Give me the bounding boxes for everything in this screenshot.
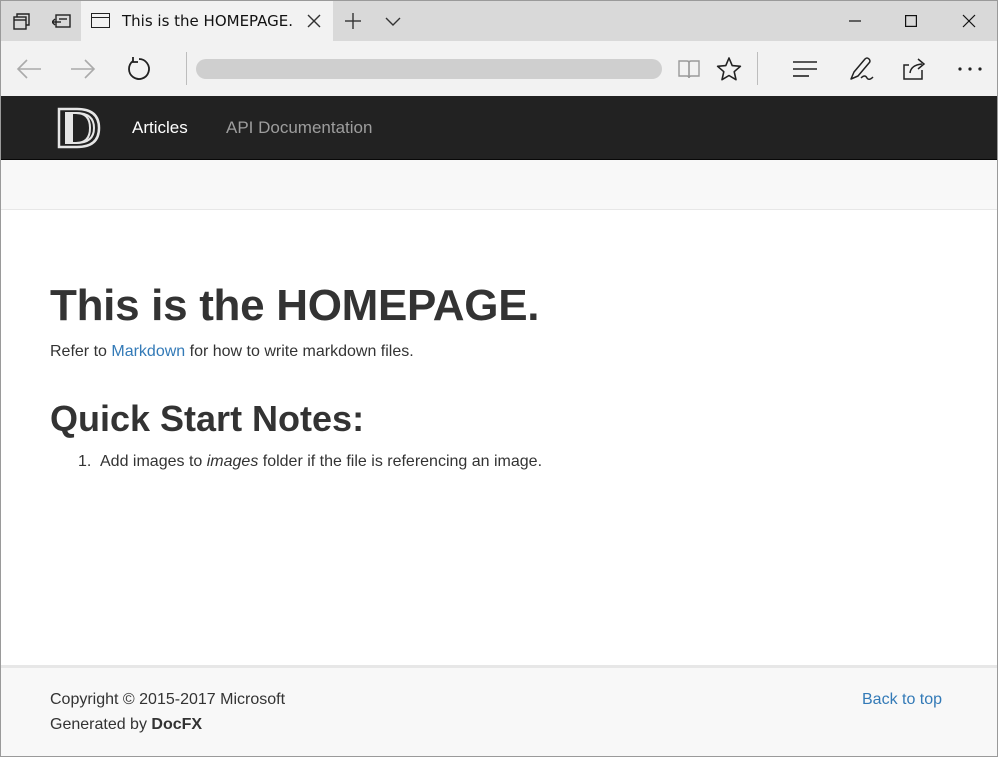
refresh-icon[interactable] bbox=[119, 49, 159, 89]
list-item-emphasis: images bbox=[206, 453, 259, 470]
list-item-suffix: folder if the file is referencing an ima… bbox=[258, 453, 543, 470]
list-item-prefix: Add images to bbox=[100, 453, 207, 470]
maximize-icon[interactable] bbox=[883, 1, 939, 41]
share-icon[interactable] bbox=[895, 49, 935, 89]
chevron-down-icon[interactable] bbox=[378, 1, 408, 41]
title-bar: This is the HOMEPAGE. bbox=[1, 1, 997, 41]
set-aside-tabs-icon[interactable] bbox=[47, 1, 77, 41]
page-icon bbox=[91, 13, 110, 28]
tab-active[interactable]: This is the HOMEPAGE. bbox=[81, 1, 333, 41]
refer-paragraph: Refer to Markdown for how to write markd… bbox=[50, 343, 414, 361]
more-icon[interactable] bbox=[950, 49, 990, 89]
book-icon[interactable] bbox=[669, 49, 709, 89]
generated-prefix: Generated by bbox=[50, 716, 152, 733]
quick-start-heading: Quick Start Notes: bbox=[50, 398, 365, 439]
page-title-suffix: . bbox=[527, 281, 540, 330]
close-icon[interactable] bbox=[303, 10, 325, 32]
close-icon[interactable] bbox=[941, 1, 997, 41]
nav-articles[interactable]: Articles bbox=[132, 118, 188, 138]
refer-prefix: Refer to bbox=[50, 343, 112, 360]
list-item: 1. Add images to images folder if the fil… bbox=[78, 453, 542, 471]
url-divider bbox=[186, 52, 187, 85]
markdown-link[interactable]: Markdown bbox=[111, 343, 185, 360]
star-icon[interactable] bbox=[709, 49, 749, 89]
tab-title: This is the HOMEPAGE. bbox=[122, 12, 294, 30]
back-arrow-icon[interactable] bbox=[9, 49, 49, 89]
plus-icon[interactable] bbox=[338, 1, 368, 41]
browser-window: This is the HOMEPAGE. Articles API Docum… bbox=[0, 0, 998, 757]
subnav-bar bbox=[1, 160, 997, 210]
address-bar bbox=[1, 41, 997, 96]
page-title-prefix: This is the bbox=[50, 281, 277, 330]
minimize-icon[interactable] bbox=[827, 1, 883, 41]
address-input[interactable] bbox=[196, 59, 662, 79]
tab-preview-icon[interactable] bbox=[7, 1, 37, 41]
hub-icon[interactable] bbox=[785, 49, 825, 89]
nav-api-documentation[interactable]: API Documentation bbox=[226, 118, 372, 138]
generated-by-text: Generated by DocFX bbox=[50, 716, 202, 734]
list-item-number: 1. bbox=[78, 453, 92, 470]
forward-arrow-icon[interactable] bbox=[63, 49, 103, 89]
refer-suffix: for how to write markdown files. bbox=[185, 343, 414, 360]
back-to-top-link[interactable]: Back to top bbox=[862, 691, 942, 709]
footer bbox=[1, 665, 997, 756]
docfx-name: DocFX bbox=[151, 716, 203, 733]
toolbar-divider bbox=[757, 52, 758, 85]
page-title: This is the HOMEPAGE. bbox=[50, 281, 539, 331]
copyright-text: Copyright © 2015-2017 Microsoft bbox=[50, 691, 286, 708]
pen-icon[interactable] bbox=[841, 49, 881, 89]
page-title-bold: HOMEPAGE bbox=[276, 281, 528, 330]
docfx-logo-icon[interactable] bbox=[57, 107, 103, 149]
